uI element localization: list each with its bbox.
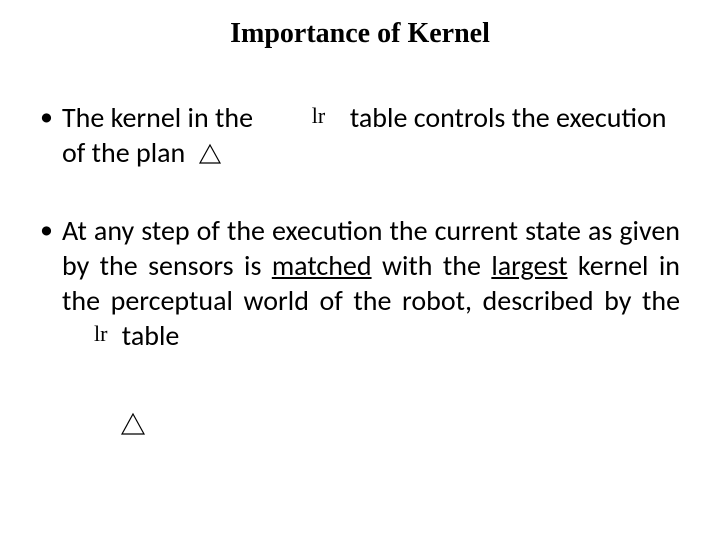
bullet-1-body: The kernel in the lr table controls the … [62,100,680,173]
bullet-1-text-1: The kernel in the [62,100,253,135]
lr-symbol: lr [312,102,325,130]
lr-symbol: lr [94,320,107,348]
underline-matched: matched [272,248,372,283]
bullet-2-body: At any step of the execution the current… [62,213,680,353]
bullet-list: • The kernel in the lr table controls th… [40,100,680,393]
bullet-2: • At any step of the execution the curre… [40,213,680,353]
bullet-2-text-2: with the [372,248,492,283]
triangle-icon [198,138,222,173]
underline-largest: largest [491,248,567,283]
bullet-1: • The kernel in the lr table controls th… [40,100,680,173]
bullet-2-text-4: table [122,318,180,353]
triangle-icon [120,412,146,441]
bullet-dot: • [40,213,62,246]
slide: Importance of Kernel • The kernel in the… [0,0,720,540]
bullet-dot: • [40,100,62,133]
slide-title: Importance of Kernel [0,18,720,50]
